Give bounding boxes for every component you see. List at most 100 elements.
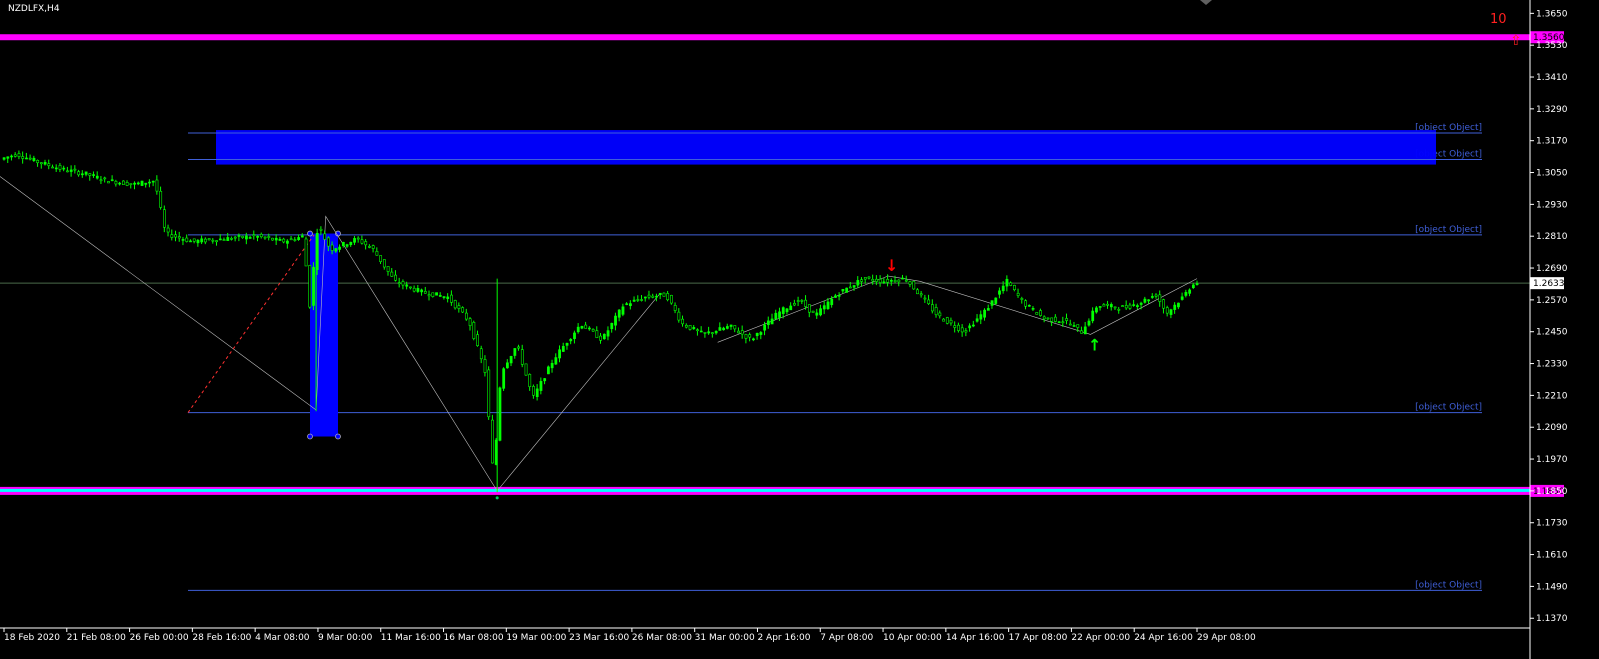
candle-body [886, 278, 890, 283]
candle-body [677, 311, 681, 321]
candle-body [975, 318, 979, 322]
candle-body [1046, 317, 1050, 320]
x-tick-label: 28 Feb 16:00 [192, 633, 251, 643]
candle-body [602, 333, 606, 340]
candle-body [707, 331, 711, 334]
candle-body [852, 285, 856, 288]
candle-body [1117, 308, 1121, 311]
candle-body [972, 324, 975, 327]
candle-body [729, 324, 733, 327]
candle-body [1150, 296, 1154, 298]
y-tick-label: 1.2330 [1536, 360, 1568, 370]
candle-body [1068, 323, 1072, 326]
candle-body [32, 157, 36, 162]
candle-body [640, 299, 644, 301]
candle-body [10, 155, 13, 158]
candle-body [1143, 298, 1147, 303]
x-tick-label: 29 Apr 08:00 [1197, 633, 1256, 643]
candle-body [1054, 316, 1057, 322]
candle-body [327, 237, 330, 247]
candle-body [502, 368, 506, 389]
candle-body [204, 238, 207, 243]
candle-body [99, 179, 103, 182]
candle-body [733, 325, 737, 330]
x-tick-label: 16 Mar 08:00 [444, 633, 504, 643]
candle-body [998, 290, 1001, 295]
candle-body [54, 167, 58, 170]
candle-body [834, 295, 837, 298]
candle-body [819, 308, 822, 316]
sell-arrow-icon: ↓ [885, 256, 898, 275]
candle-body [1005, 278, 1009, 287]
candle-body [535, 388, 539, 397]
candle-body [1109, 304, 1113, 308]
candle-body [464, 312, 468, 320]
candle-body [841, 289, 845, 292]
candle-body [341, 241, 345, 247]
candle-body [95, 175, 99, 179]
x-tick-label: 17 Apr 08:00 [1009, 633, 1068, 643]
candle-body [472, 322, 476, 339]
chart-canvas[interactable]: 1.35601.18501.2633 [object Object][objec… [0, 0, 1599, 659]
candle-body [845, 287, 849, 293]
candle-body [796, 300, 800, 302]
candle-body [666, 293, 670, 301]
candle-body [110, 179, 114, 182]
candle-body [1013, 285, 1016, 290]
candle-body [286, 240, 289, 244]
candle-body [871, 279, 875, 282]
candle-body [945, 317, 949, 324]
candle-body [740, 330, 744, 335]
candle-body [487, 369, 491, 418]
candle-body [565, 343, 569, 346]
candle-body [226, 237, 230, 241]
x-tick-label: 4 Mar 08:00 [255, 633, 310, 643]
candle-body [237, 235, 241, 237]
candle-body [800, 300, 804, 302]
candle-body [561, 346, 565, 352]
candle-body [476, 334, 479, 346]
candle-body [994, 297, 998, 304]
candle-body [207, 238, 211, 241]
candle-body [323, 233, 327, 240]
candle-body [397, 282, 401, 285]
candle-body [450, 294, 453, 303]
candle-body [1016, 292, 1020, 296]
candle-body [1177, 302, 1180, 308]
candle-body [651, 295, 655, 298]
y-tick-label: 1.2930 [1536, 200, 1568, 210]
candle-body [1050, 317, 1054, 322]
candle-body [539, 381, 543, 391]
y-tick-label: 1.2570 [1536, 296, 1568, 306]
candle-body [576, 326, 580, 333]
candle-body [416, 288, 420, 292]
candle-body [968, 325, 972, 329]
candle-body [919, 293, 923, 296]
candle-body [983, 309, 986, 318]
candle-body [718, 327, 722, 331]
candle-body [960, 327, 964, 333]
y-tick-label: 1.2210 [1536, 391, 1568, 401]
x-tick-label: 7 Apr 08:00 [820, 633, 873, 643]
candle-body [483, 359, 487, 373]
candle-body [688, 325, 692, 330]
candle-body [558, 349, 561, 359]
candle-body [580, 326, 584, 329]
candle-body [673, 305, 677, 311]
candle-body [949, 319, 953, 324]
candle-body [904, 279, 908, 282]
candle-body [1147, 299, 1151, 302]
candle-body [1191, 284, 1195, 289]
candle-body [241, 235, 245, 239]
candle-body [297, 237, 301, 240]
y-tick-label: 1.3290 [1536, 105, 1568, 115]
x-tick-label: 9 Mar 00:00 [318, 633, 373, 643]
hollow-up-arrow-icon: ⇧ [1510, 33, 1522, 49]
candle-body [245, 235, 248, 240]
y-tick-label: 1.1490 [1536, 582, 1568, 592]
candle-body [144, 182, 148, 185]
candle-body [699, 330, 703, 333]
candle-body [271, 237, 274, 241]
candle-body [703, 332, 707, 334]
candle-body [1039, 310, 1042, 316]
